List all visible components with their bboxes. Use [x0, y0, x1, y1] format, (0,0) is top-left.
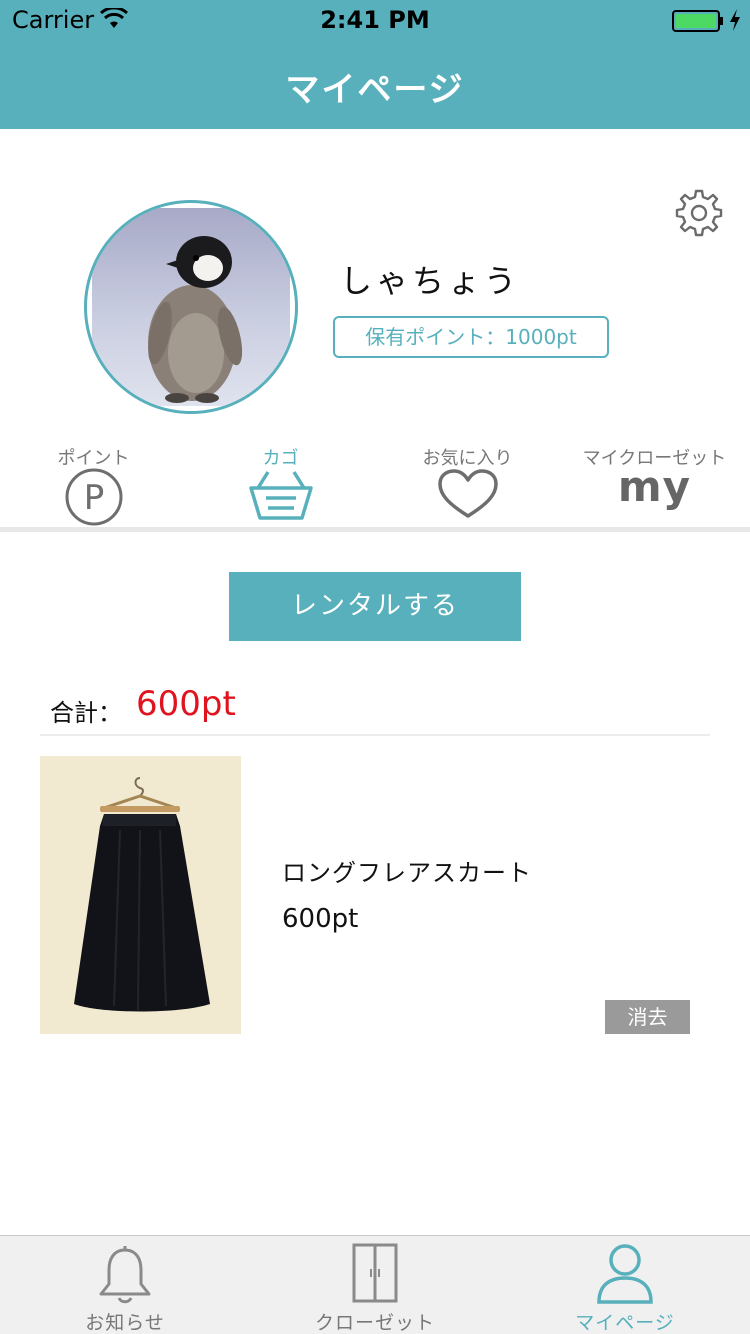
penguin-avatar-image [92, 208, 290, 406]
person-icon [597, 1244, 653, 1304]
item-image[interactable] [40, 756, 241, 1034]
item-name: ロングフレアスカート [282, 859, 532, 887]
svg-text:P: P [83, 478, 104, 518]
battery-icon [672, 10, 723, 32]
heart-icon [437, 469, 498, 518]
delete-button[interactable]: 消去 [605, 1000, 690, 1034]
gear-icon[interactable] [674, 188, 724, 238]
tab-label: ポイント [57, 448, 130, 469]
tab-label: お気に入り [422, 448, 513, 469]
total-value: 600pt [136, 684, 236, 724]
total-label: 合計： [50, 699, 122, 727]
tabbar-item-mypage[interactable]: マイページ [500, 1236, 750, 1334]
tab-favorites[interactable]: お気に入り [374, 440, 561, 528]
point-icon: P [65, 468, 122, 526]
tabbar-item-notifications[interactable]: お知らせ [0, 1236, 250, 1334]
divider [40, 734, 710, 736]
tabbar-label: マイページ [575, 1312, 675, 1334]
charging-bolt-icon [730, 9, 740, 31]
tab-my-closet[interactable]: マイクローゼット my [561, 440, 748, 528]
item-price: 600pt [282, 904, 359, 934]
status-bar: Carrier 2:41 PM [0, 0, 750, 40]
tab-basket[interactable]: カゴ [187, 440, 374, 528]
bell-icon [99, 1246, 151, 1304]
my-page-screen: Carrier 2:41 PM マイページ しゃちょう 保有ポイント：1000p… [0, 0, 750, 1334]
header: Carrier 2:41 PM マイページ [0, 0, 750, 129]
tabbar-item-closet[interactable]: クローゼット [250, 1236, 500, 1334]
skirt-image [40, 756, 241, 1034]
my-text-icon: my [617, 462, 692, 511]
tabbar-label: クローゼット [314, 1312, 435, 1334]
bottom-tab-bar: お知らせ クローゼット マイページ [0, 1235, 750, 1334]
clock: 2:41 PM [320, 6, 430, 34]
tab-point[interactable]: ポイント P [0, 440, 187, 528]
points-badge: 保有ポイント：1000pt [333, 316, 609, 358]
user-name: しゃちょう [340, 262, 521, 300]
basket-icon [248, 471, 313, 520]
profile-tabs: ポイント P カゴ お気に入り マイクローゼット my [0, 440, 750, 528]
tabbar-label: お知らせ [85, 1312, 165, 1334]
divider [0, 527, 750, 532]
avatar[interactable] [84, 200, 298, 414]
rent-button[interactable]: レンタルする [229, 572, 521, 641]
tab-label: カゴ [262, 448, 299, 469]
page-title: マイページ [285, 70, 465, 110]
closet-icon [352, 1243, 398, 1303]
